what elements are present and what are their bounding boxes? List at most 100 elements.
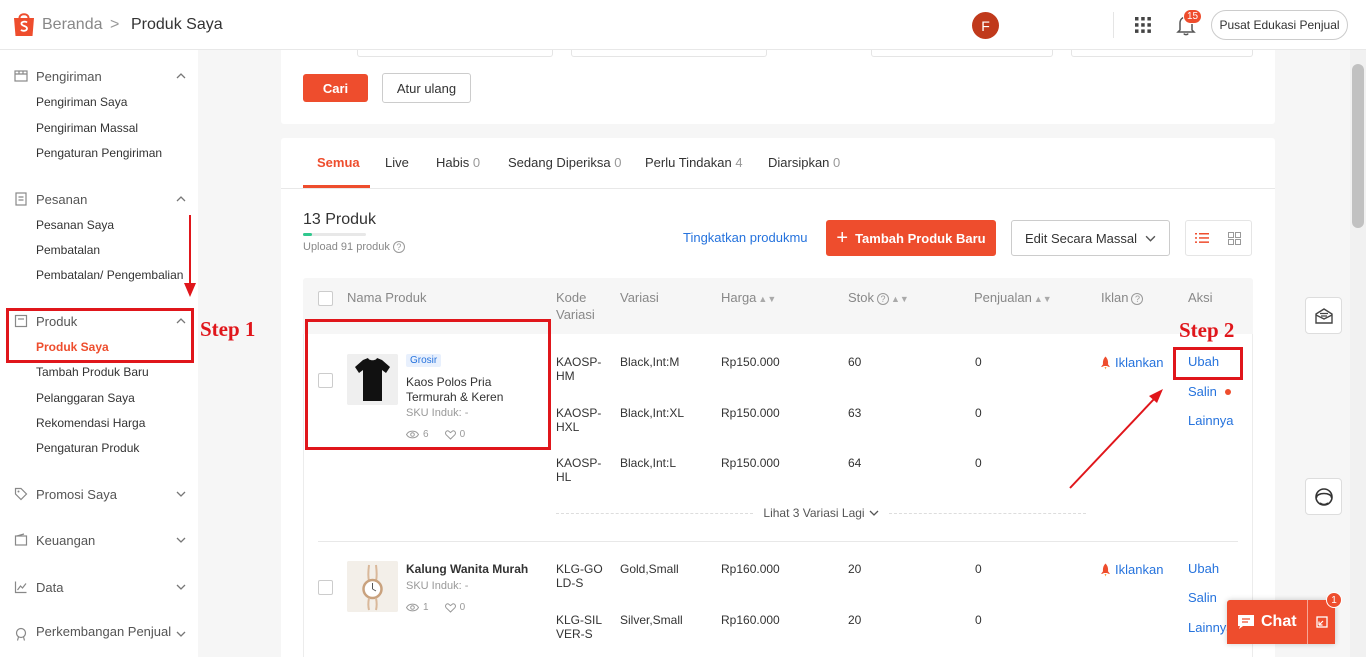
sidebar-item-pengiriman-saya[interactable]: Pengiriman Saya (36, 95, 127, 109)
heart-icon (444, 602, 456, 613)
chevron-down-icon[interactable] (176, 535, 186, 545)
edit-link[interactable]: Ubah (1188, 561, 1219, 576)
seller-education-button[interactable]: Pusat Edukasi Penjual (1211, 10, 1348, 40)
advertise-link[interactable]: Iklankan (1100, 562, 1163, 577)
more-variants-toggle[interactable]: Lihat 3 Variasi Lagi (556, 505, 1086, 521)
product-name[interactable]: Kalung Wanita Murah (406, 562, 544, 577)
variant-variation: Black,Int:L (620, 456, 677, 470)
tab-live[interactable]: Live (385, 155, 409, 170)
chevron-up-icon[interactable] (176, 71, 186, 81)
variant-price[interactable]: Rp150.000 (721, 406, 780, 420)
sidebar-section-promosi[interactable]: Promosi Saya (14, 484, 186, 504)
variant-sales: 0 (975, 355, 982, 369)
avatar[interactable]: F (972, 12, 999, 39)
variant-stock[interactable]: 20 (848, 613, 861, 627)
apps-grid-icon[interactable] (1134, 16, 1152, 34)
sidebar-section-pengiriman[interactable]: Pengiriman (14, 66, 186, 86)
medal-icon (15, 627, 27, 641)
sidebar-section-keuangan[interactable]: Keuangan (14, 530, 186, 550)
column-header-stock[interactable]: Stok? ▲▼ (848, 289, 909, 308)
column-header-price[interactable]: Harga ▲▼ (721, 289, 776, 308)
help-icon[interactable]: ? (392, 241, 405, 253)
grid-icon (1228, 231, 1242, 245)
list-icon (1195, 233, 1210, 243)
sidebar-section-data[interactable]: Data (14, 577, 186, 597)
chat-button[interactable]: Chat (1227, 600, 1335, 644)
variant-price[interactable]: Rp150.000 (721, 355, 780, 369)
variant-variation: Black,Int:M (620, 355, 680, 369)
chevron-up-icon[interactable] (176, 194, 186, 204)
shopee-logo-icon[interactable] (12, 11, 36, 37)
sidebar-item-pesanan-saya[interactable]: Pesanan Saya (36, 218, 114, 232)
column-header-variation: Variasi (620, 290, 659, 305)
sidebar-item-rekomendasi-harga[interactable]: Rekomendasi Harga (36, 416, 145, 430)
tab-perlu-tindakan[interactable]: Perlu Tindakan 4 (645, 155, 743, 170)
chevron-down-icon[interactable] (176, 629, 186, 639)
variant-price[interactable]: Rp150.000 (721, 456, 780, 470)
sidebar-section-pesanan[interactable]: Pesanan (14, 189, 186, 209)
column-header-sales[interactable]: Penjualan ▲▼ (974, 289, 1052, 308)
step2-label: Step 2 (1179, 318, 1235, 342)
chevron-down-icon (869, 510, 879, 516)
variant-code: KAOSP-HM (556, 355, 602, 383)
parent-sku: SKU Induk: - (406, 580, 469, 592)
clipboard-icon (15, 192, 27, 206)
reset-button[interactable]: Atur ulang (382, 73, 471, 103)
variant-sales: 0 (975, 562, 982, 576)
variant-price[interactable]: Rp160.000 (721, 562, 780, 576)
select-all-checkbox[interactable] (318, 291, 333, 306)
step1-highlight-box (6, 308, 194, 363)
upload-limit: Upload 91 produk? (303, 241, 405, 253)
variant-stock[interactable]: 60 (848, 355, 861, 369)
search-button[interactable]: Cari (303, 74, 368, 102)
list-view-toggle[interactable] (1186, 221, 1219, 255)
sidebar-section-title: Pesanan (36, 191, 88, 207)
upgrade-products-link[interactable]: Tingkatkan produkmu (683, 230, 808, 245)
tab-habis[interactable]: Habis 0 (436, 155, 480, 170)
inbox-float-button[interactable] (1305, 297, 1342, 334)
filter-field[interactable] (1071, 50, 1253, 57)
help-icon[interactable]: ? (877, 293, 890, 305)
support-float-button[interactable] (1305, 478, 1342, 515)
sidebar-item-pengaturan-produk[interactable]: Pengaturan Produk (36, 441, 139, 455)
top-bar: Beranda > Produk Saya F 15 Pusat Edukasi… (0, 0, 1366, 50)
grid-view-toggle[interactable] (1219, 221, 1252, 255)
chevron-down-icon[interactable] (176, 582, 186, 592)
chat-unread-badge: 1 (1326, 592, 1342, 608)
row-checkbox[interactable] (318, 580, 333, 595)
tab-semua[interactable]: Semua (317, 155, 360, 170)
sidebar-item-pengiriman-massal[interactable]: Pengiriman Massal (36, 121, 138, 135)
sidebar-section-title: Data (36, 579, 64, 595)
advertise-link[interactable]: Iklankan (1100, 355, 1163, 370)
breadcrumb-home[interactable]: Beranda (42, 16, 103, 34)
tab-diarsipkan[interactable]: Diarsipkan 0 (768, 155, 840, 170)
sidebar-item-pelanggaran[interactable]: Pelanggaran Saya (36, 391, 135, 405)
filter-field[interactable] (357, 50, 553, 57)
variant-sales: 0 (975, 406, 982, 420)
sidebar-item-tambah-produk[interactable]: Tambah Produk Baru (36, 365, 149, 379)
chevron-down-icon[interactable] (176, 489, 186, 499)
sidebar-section-perkembangan[interactable]: Perkembangan Penjual (14, 624, 186, 657)
variant-stock[interactable]: 63 (848, 406, 861, 420)
column-header-actions: Aksi (1188, 290, 1213, 305)
filter-field[interactable] (571, 50, 767, 57)
tab-sedang-diperiksa[interactable]: Sedang Diperiksa 0 (508, 155, 621, 170)
mass-edit-dropdown[interactable]: Edit Secara Massal (1011, 220, 1170, 256)
copy-link[interactable]: Salin (1188, 384, 1217, 399)
sidebar-item-pengembalian[interactable]: Pembatalan/ Pengembalian (36, 268, 183, 282)
variant-stock[interactable]: 20 (848, 562, 861, 576)
variant-price[interactable]: Rp160.000 (721, 613, 780, 627)
copy-link[interactable]: Salin (1188, 590, 1217, 605)
variant-variation: Black,Int:XL (620, 406, 685, 420)
add-product-button[interactable]: + Tambah Produk Baru (826, 220, 996, 256)
sidebar-item-pembatalan[interactable]: Pembatalan (36, 243, 100, 257)
variant-stock[interactable]: 64 (848, 456, 861, 470)
more-actions-link[interactable]: Lainnya (1188, 413, 1234, 428)
help-icon[interactable]: ? (1131, 293, 1144, 305)
product-image[interactable] (347, 561, 398, 612)
sidebar-item-pengaturan-pengiriman[interactable]: Pengaturan Pengiriman (36, 146, 162, 160)
scrollbar-thumb[interactable] (1352, 64, 1364, 228)
column-header-name: Nama Produk (347, 290, 427, 305)
eye-icon (406, 603, 419, 612)
filter-field[interactable] (871, 50, 1053, 57)
